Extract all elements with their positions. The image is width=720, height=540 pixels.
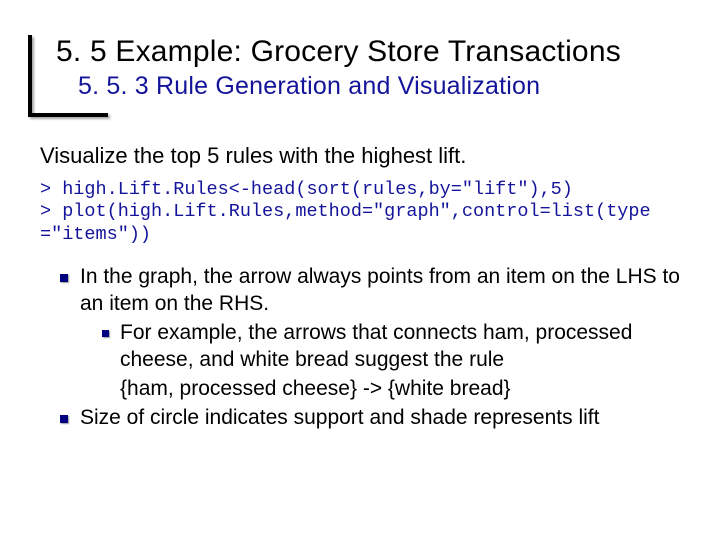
list-item-text: {ham, processed cheese} -> {white bread} (120, 377, 511, 400)
lead-text: Visualize the top 5 rules with the highe… (40, 143, 680, 169)
list-item-text: For example, the arrows that connects ha… (120, 321, 632, 371)
body-list: In the graph, the arrow always points fr… (40, 264, 680, 431)
slide: 5. 5 Example: Grocery Store Transactions… (0, 0, 720, 540)
sub-list: For example, the arrows that connects ha… (80, 320, 680, 403)
list-item: For example, the arrows that connects ha… (102, 320, 680, 374)
list-item-text: Size of circle indicates support and sha… (80, 406, 599, 429)
list-item: Size of circle indicates support and sha… (60, 405, 680, 432)
slide-subtitle: 5. 5. 3 Rule Generation and Visualizatio… (56, 72, 692, 101)
list-item-text: In the graph, the arrow always points fr… (80, 265, 680, 315)
slide-content: Visualize the top 5 rules with the highe… (28, 143, 692, 432)
slide-title: 5. 5 Example: Grocery Store Transactions (56, 35, 692, 70)
list-item: {ham, processed cheese} -> {white bread} (102, 376, 680, 403)
list-item: In the graph, the arrow always points fr… (60, 264, 680, 402)
code-block: > high.Lift.Rules<-head(sort(rules,by="l… (40, 179, 680, 247)
title-block: 5. 5 Example: Grocery Store Transactions… (28, 35, 692, 101)
